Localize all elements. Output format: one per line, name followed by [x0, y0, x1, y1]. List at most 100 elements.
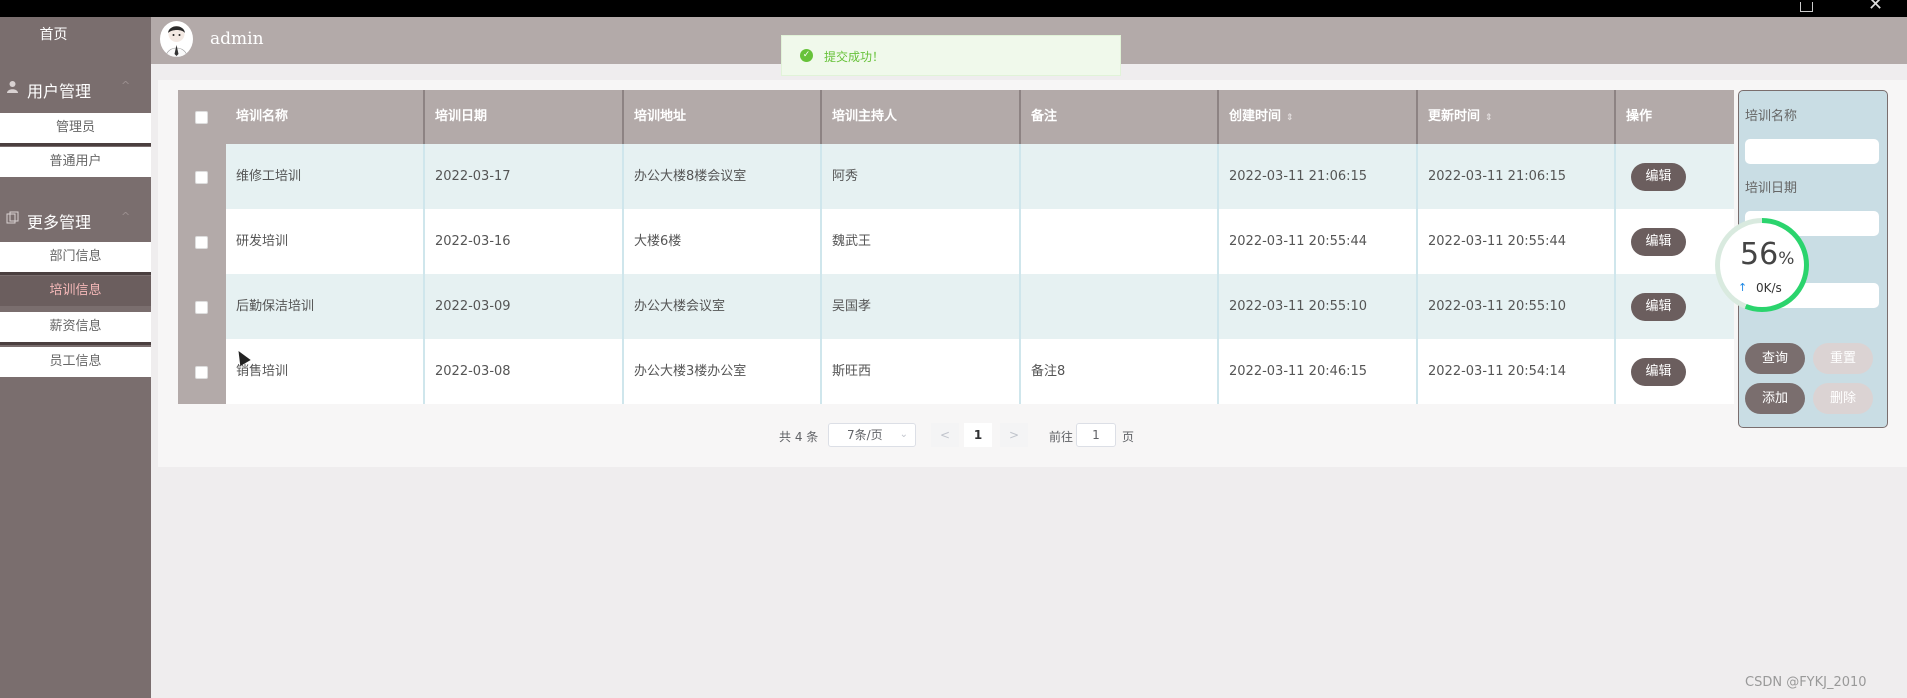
- cell-date: 2022-03-08: [425, 339, 624, 404]
- column-header-created[interactable]: 创建时间 ⇕: [1219, 90, 1418, 144]
- pagination-total: 共 4 条: [779, 430, 819, 444]
- row-select-cell: [178, 209, 226, 274]
- cell-host: 魏武王: [822, 209, 1021, 274]
- sidebar-item-salary[interactable]: 薪资信息: [0, 312, 151, 342]
- select-all-cell: [178, 90, 226, 144]
- sidebar-group-more-management[interactable]: 更多管理 ^: [0, 197, 151, 241]
- sidebar-item-training[interactable]: 培训信息: [0, 276, 151, 306]
- select-all-checkbox[interactable]: [195, 111, 208, 124]
- row-select-cell: [178, 144, 226, 209]
- edit-button[interactable]: 编辑: [1631, 228, 1686, 256]
- cell-address: 办公大楼3楼办公室: [624, 339, 822, 404]
- cell-date: 2022-03-09: [425, 274, 624, 339]
- copy-icon: [6, 211, 19, 224]
- search-label-date: 培训日期: [1745, 181, 1798, 196]
- window-titlebar: ✕: [0, 0, 1907, 21]
- sidebar: 首页 用户管理 ^ 管理员 普通用户 更多管理 ^ 部门信息 培训信息 薪资信息…: [0, 17, 151, 698]
- username[interactable]: admin: [210, 29, 264, 49]
- next-page-button[interactable]: >: [1000, 423, 1028, 447]
- chevron-up-icon: ^: [121, 79, 131, 92]
- cell-remark: [1021, 274, 1219, 339]
- success-toast: ✓ 提交成功！: [781, 35, 1121, 76]
- table-row: 后勤保洁培训 2022-03-09 办公大楼会议室 吴国孝 2022-03-11…: [178, 274, 1734, 339]
- cell-remark: 备注8: [1021, 339, 1219, 404]
- table-row: 维修工培训 2022-03-17 办公大楼8楼会议室 阿秀 2022-03-11…: [178, 144, 1734, 209]
- cell-date: 2022-03-17: [425, 144, 624, 209]
- speed-rate: 0K/s: [1756, 281, 1782, 295]
- cell-created: 2022-03-11 20:46:15: [1219, 339, 1418, 404]
- cell-name: 销售培训: [226, 339, 425, 404]
- watermark: CSDN @FYKJ_2010: [1745, 675, 1867, 690]
- page-suffix-label: 页: [1122, 430, 1135, 444]
- column-header-address: 培训地址: [624, 90, 822, 144]
- cell-updated: 2022-03-11 21:06:15: [1418, 144, 1616, 209]
- row-checkbox[interactable]: [195, 171, 208, 184]
- prev-page-button[interactable]: <: [931, 423, 959, 447]
- delete-button[interactable]: 删除: [1813, 383, 1873, 414]
- row-checkbox[interactable]: [195, 236, 208, 249]
- row-checkbox[interactable]: [195, 366, 208, 379]
- restore-icon[interactable]: [1800, 2, 1813, 12]
- row-checkbox[interactable]: [195, 301, 208, 314]
- cell-name: 维修工培训: [226, 144, 425, 209]
- cell-date: 2022-03-16: [425, 209, 624, 274]
- edit-button[interactable]: 编辑: [1631, 163, 1686, 191]
- sidebar-divider: [0, 143, 151, 146]
- cell-remark: [1021, 209, 1219, 274]
- table-row: 研发培训 2022-03-16 大楼6楼 魏武王 2022-03-11 20:5…: [178, 209, 1734, 274]
- query-button[interactable]: 查询: [1745, 343, 1805, 374]
- cell-name: 研发培训: [226, 209, 425, 274]
- sidebar-item-departments[interactable]: 部门信息: [0, 242, 151, 272]
- upload-arrow-icon: ↑: [1738, 281, 1748, 294]
- cell-remark: [1021, 144, 1219, 209]
- chevron-up-icon: ^: [121, 210, 131, 223]
- column-header-remark: 备注: [1021, 90, 1219, 144]
- cell-created: 2022-03-11 21:06:15: [1219, 144, 1418, 209]
- column-header-date: 培训日期: [425, 90, 624, 144]
- sidebar-item-users[interactable]: 普通用户: [0, 147, 151, 177]
- search-input-name[interactable]: [1745, 139, 1879, 164]
- column-header-updated[interactable]: 更新时间 ⇕: [1418, 90, 1616, 144]
- cell-updated: 2022-03-11 20:55:44: [1418, 209, 1616, 274]
- close-icon[interactable]: ✕: [1868, 0, 1883, 14]
- sidebar-divider: [0, 342, 151, 345]
- cell-address: 办公大楼8楼会议室: [624, 144, 822, 209]
- sidebar-group-label: 用户管理: [27, 82, 92, 101]
- user-icon: [6, 80, 19, 93]
- row-select-cell: [178, 339, 226, 404]
- speed-percent: 56%: [1740, 237, 1795, 272]
- add-button[interactable]: 添加: [1745, 383, 1805, 414]
- search-label-name: 培训名称: [1745, 109, 1798, 124]
- page-size-select[interactable]: 7条/页 ⌄: [828, 423, 916, 447]
- sidebar-item-admins[interactable]: 管理员: [0, 113, 151, 143]
- column-header-host: 培训主持人: [822, 90, 1021, 144]
- goto-label: 前往: [1049, 430, 1074, 444]
- column-header-actions: 操作: [1626, 109, 1653, 124]
- reset-button[interactable]: 重置: [1813, 343, 1873, 374]
- cell-host: 阿秀: [822, 144, 1021, 209]
- column-header-name: 培训名称: [226, 90, 425, 144]
- sidebar-divider: [0, 272, 151, 275]
- network-speed-widget[interactable]: 56% ↑ 0K/s: [1715, 218, 1809, 312]
- row-select-cell: [178, 274, 226, 339]
- sort-icon[interactable]: ⇕: [1485, 113, 1493, 123]
- goto-page-input[interactable]: 1: [1076, 423, 1116, 447]
- cell-created: 2022-03-11 20:55:44: [1219, 209, 1418, 274]
- page-size-value: 7条/页: [847, 428, 883, 442]
- sidebar-item-home[interactable]: 首页: [0, 17, 107, 53]
- table-row: 销售培训 2022-03-08 办公大楼3楼办公室 斯旺西 备注8 2022-0…: [178, 339, 1734, 404]
- check-circle-icon: ✓: [800, 49, 813, 62]
- avatar[interactable]: [160, 21, 193, 57]
- sidebar-group-user-management[interactable]: 用户管理 ^: [0, 66, 151, 110]
- cell-updated: 2022-03-11 20:54:14: [1418, 339, 1616, 404]
- chevron-down-icon: ⌄: [899, 429, 908, 440]
- sort-icon[interactable]: ⇕: [1286, 113, 1294, 123]
- speed-widget-face: 56% ↑ 0K/s: [1720, 223, 1804, 307]
- cell-host: 吴国孝: [822, 274, 1021, 339]
- edit-button[interactable]: 编辑: [1631, 358, 1686, 386]
- cell-created: 2022-03-11 20:55:10: [1219, 274, 1418, 339]
- page-number-current[interactable]: 1: [964, 423, 992, 447]
- cell-updated: 2022-03-11 20:55:10: [1418, 274, 1616, 339]
- edit-button[interactable]: 编辑: [1631, 293, 1686, 321]
- sidebar-item-employees[interactable]: 员工信息: [0, 347, 151, 377]
